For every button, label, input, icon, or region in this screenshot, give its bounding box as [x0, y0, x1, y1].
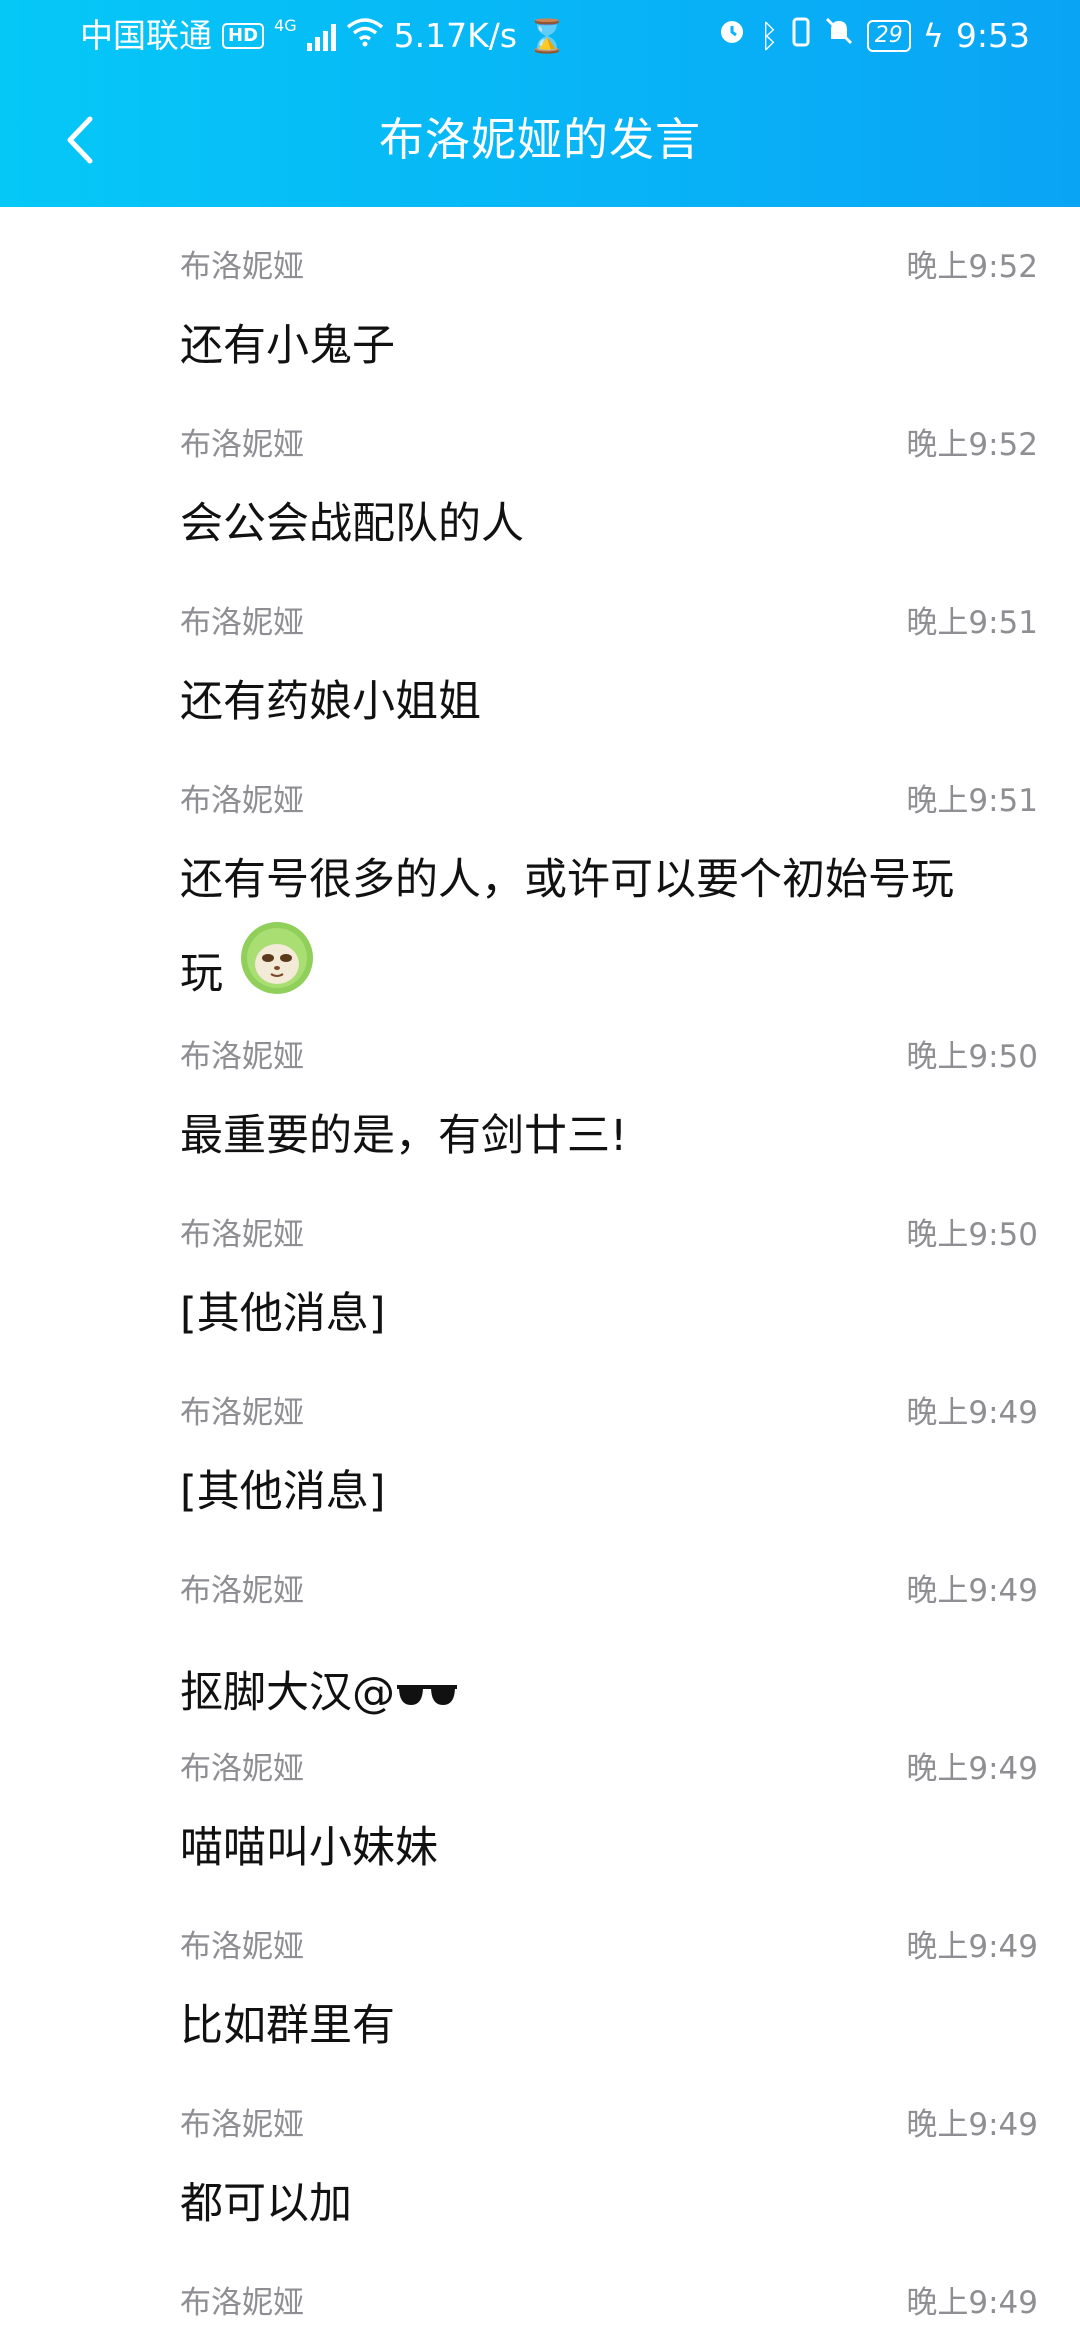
carrier-label: 中国联通: [80, 16, 212, 55]
message-time: 晚上9:49: [906, 1395, 1038, 1431]
message-item[interactable]: 布洛妮娅 晚上9:49 都可以加: [0, 2065, 1080, 2243]
message-time: 晚上9:52: [906, 249, 1038, 285]
message-time: 晚上9:52: [906, 427, 1038, 463]
vibrate-icon: [791, 0, 811, 72]
message-text: 都可以加: [180, 2179, 352, 2229]
message-text: 会公会战配队的人: [180, 499, 524, 549]
message-time: 晚上9:49: [906, 2285, 1038, 2321]
sender-name: 布洛妮娅: [180, 1039, 304, 1075]
message-text: [其他消息]: [180, 1289, 386, 1339]
nav-bar: 布洛妮娅的发言: [0, 72, 1080, 207]
message-item[interactable]: 布洛妮娅 晚上9:49 [其他消息]: [0, 1353, 1080, 1531]
network-type: 4G: [274, 16, 297, 35]
charging-icon: ϟ: [922, 17, 944, 55]
sender-name: 布洛妮娅: [180, 2107, 304, 2143]
cabbage-emoji-icon: [240, 922, 313, 994]
message-text: 比如群里有: [180, 2001, 395, 2051]
sender-name: 布洛妮娅: [180, 249, 304, 285]
message-text: 还有号很多的人，或许可以要个初始号玩 玩: [180, 833, 1030, 1022]
message-time: 晚上9:50: [906, 1039, 1038, 1075]
top-bar: 中国联通 HD 4G 5.17K/s ⌛ ᛒ 29 ϟ 9:53 布洛妮娅的发言: [0, 0, 1080, 207]
hourglass-icon: ⌛: [527, 17, 567, 55]
message-item[interactable]: 布洛妮娅 晚上9:49: [0, 2243, 1080, 2333]
message-text-line: 玩: [180, 949, 223, 999]
message-time: 晚上9:49: [906, 1573, 1038, 1609]
sender-name: 布洛妮娅: [180, 1217, 304, 1253]
message-text: 还有小鬼子: [180, 321, 395, 371]
message-text: 最重要的是，有剑廿三!: [180, 1111, 628, 1161]
message-item[interactable]: 布洛妮娅 晚上9:50 最重要的是，有剑廿三!: [0, 997, 1080, 1175]
message-time: 晚上9:49: [906, 2107, 1038, 2143]
page-title: 布洛妮娅的发言: [378, 113, 701, 166]
battery-icon: 29: [866, 20, 911, 52]
sender-name: 布洛妮娅: [180, 1573, 304, 1609]
message-time: 晚上9:50: [906, 1217, 1038, 1253]
message-time: 晚上9:51: [906, 605, 1038, 641]
sender-name: 布洛妮娅: [180, 783, 304, 819]
message-item[interactable]: 布洛妮娅 晚上9:50 [其他消息]: [0, 1175, 1080, 1353]
message-text: 喵喵叫小妹妹: [180, 1823, 438, 1873]
net-speed: 5.17K/s: [393, 16, 518, 55]
chevron-left-icon: [67, 116, 93, 164]
message-item[interactable]: 布洛妮娅 晚上9:52 还有小鬼子: [0, 207, 1080, 385]
message-item[interactable]: 布洛妮娅 晚上9:49 喵喵叫小妹妹: [0, 1709, 1080, 1887]
status-bar: 中国联通 HD 4G 5.17K/s ⌛ ᛒ 29 ϟ 9:53: [0, 0, 1080, 72]
message-text: 还有药娘小姐姐: [180, 677, 481, 727]
back-button[interactable]: [50, 110, 110, 170]
message-time: 晚上9:49: [906, 1929, 1038, 1965]
message-item[interactable]: 布洛妮娅 晚上9:52 会公会战配队的人: [0, 385, 1080, 563]
sender-name: 布洛妮娅: [180, 2285, 304, 2321]
message-item[interactable]: 布洛妮娅 晚上9:49 抠脚大汉@: [0, 1531, 1080, 1718]
sender-name: 布洛妮娅: [180, 427, 304, 463]
message-time: 晚上9:51: [906, 783, 1038, 819]
sender-name: 布洛妮娅: [180, 605, 304, 641]
wifi-icon: [346, 0, 384, 72]
message-time: 晚上9:49: [906, 1751, 1038, 1787]
hd-badge: HD: [222, 23, 265, 49]
message-item[interactable]: 布洛妮娅 晚上9:51 还有药娘小姐姐: [0, 563, 1080, 741]
sender-name: 布洛妮娅: [180, 1751, 304, 1787]
sender-name: 布洛妮娅: [180, 1395, 304, 1431]
message-item[interactable]: 布洛妮娅 晚上9:51 还有号很多的人，或许可以要个初始号玩 玩: [0, 741, 1080, 999]
clock: 9:53: [955, 16, 1030, 55]
bluetooth-icon: ᛒ: [759, 17, 779, 55]
sender-name: 布洛妮娅: [180, 1929, 304, 1965]
message-text-line: 还有号很多的人，或许可以要个初始号玩: [180, 855, 954, 905]
mute-bell-icon: [823, 0, 855, 72]
alarm-icon: [716, 0, 748, 72]
signal-icon: [306, 21, 336, 51]
message-list[interactable]: 布洛妮娅 晚上9:52 还有小鬼子 布洛妮娅 晚上9:52 会公会战配队的人 布…: [0, 207, 1080, 2333]
message-text: [其他消息]: [180, 1467, 386, 1517]
message-item[interactable]: 布洛妮娅 晚上9:49 比如群里有: [0, 1887, 1080, 2065]
sunglasses-emoji-icon: [397, 1684, 457, 1705]
